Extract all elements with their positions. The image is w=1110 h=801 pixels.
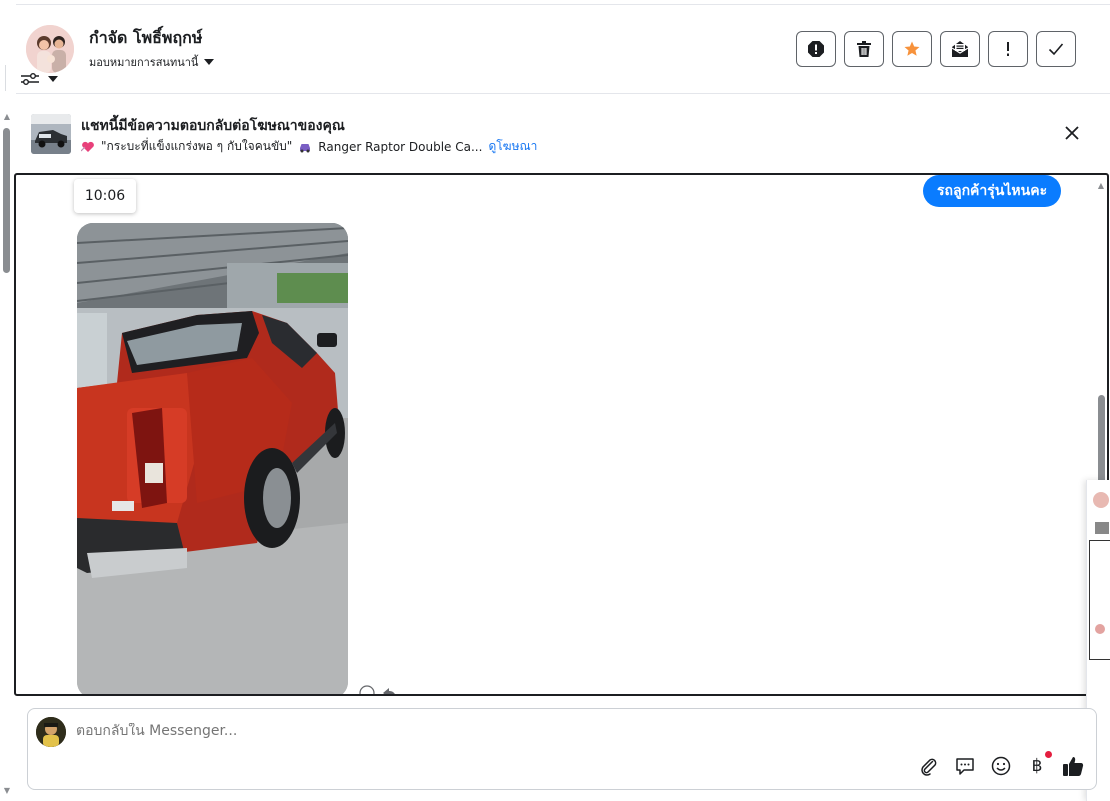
follow-up-button[interactable]: [892, 31, 932, 67]
notification-dot: [1045, 751, 1052, 758]
ad-caption: "กระบะที่แข็งแกร่งพอ ๆ กับใจคนขับ": [101, 139, 293, 153]
done-button[interactable]: [1036, 31, 1076, 67]
alert-octagon-icon: [808, 41, 824, 57]
saved-replies-button[interactable]: [954, 755, 976, 777]
baht-payment-icon: ฿: [1031, 756, 1043, 776]
conversation-list-scrollbar[interactable]: [3, 128, 10, 273]
car-icon: [300, 143, 311, 152]
mark-unread-button[interactable]: [940, 31, 980, 67]
contact-name[interactable]: กำจัด โพธิ์พฤกษ์: [89, 26, 202, 51]
message-thread[interactable]: 10:06 รถลูกค้ารุ่นไหนคะ ▲: [14, 173, 1109, 696]
close-banner-button[interactable]: [1062, 123, 1082, 143]
incoming-photo-message[interactable]: [77, 223, 348, 694]
ad-vehicle-name: Ranger Raptor Double Ca...: [318, 139, 483, 154]
composer-toolbar: ฿: [918, 751, 1084, 777]
exclamation-icon: [1007, 42, 1009, 56]
emoji-icon: [991, 756, 1011, 776]
star-icon: [904, 41, 920, 56]
rail-divider: [0, 65, 6, 91]
peek-frame: [1089, 540, 1110, 660]
message-timestamp: 10:06: [74, 179, 136, 213]
peek-thumbnail: [1095, 522, 1109, 534]
reply-arrow-icon[interactable]: [381, 685, 397, 696]
scroll-up-arrow-icon[interactable]: ▲: [2, 112, 12, 122]
like-button[interactable]: [1062, 755, 1084, 777]
emoji-button[interactable]: [990, 755, 1012, 777]
peek-small-avatar: [1095, 624, 1105, 634]
ad-thumbnail[interactable]: [31, 114, 71, 154]
ad-details: "กระบะที่แข็งแกร่งพอ ๆ กับใจคนขับ" Range…: [81, 137, 537, 156]
priority-button[interactable]: [988, 31, 1028, 67]
heart-arrow-icon: [81, 141, 94, 152]
message-input[interactable]: [76, 723, 776, 739]
assign-conversation-dropdown[interactable]: มอบหมายการสนทนานี้: [89, 53, 215, 71]
reply-composer: ฿: [27, 708, 1097, 790]
scroll-down-arrow-icon[interactable]: ▼: [2, 786, 12, 796]
thread-scroll-up-icon[interactable]: ▲: [1096, 181, 1106, 191]
page-avatar: [36, 717, 66, 747]
ad-banner-title: แชทนี้มีข้อความตอบกลับต่อโฆษณาของคุณ: [81, 118, 345, 134]
paperclip-icon: [921, 758, 937, 776]
chevron-down-icon: [204, 59, 215, 65]
close-icon: [1065, 126, 1079, 140]
delete-button[interactable]: [844, 31, 884, 67]
envelope-open-icon: [951, 41, 969, 57]
peek-avatar: [1093, 492, 1109, 508]
attach-button[interactable]: [918, 755, 940, 777]
conversation-actions: [796, 31, 1076, 67]
checkmark-icon: [1048, 43, 1064, 56]
contact-avatar[interactable]: [26, 25, 74, 73]
assign-label: มอบหมายการสนทนานี้: [89, 56, 199, 69]
trash-icon: [857, 41, 871, 57]
message-hover-actions: [359, 685, 397, 696]
conversation-header: กำจัด โพธิ์พฤกษ์ มอบหมายการสนทนานี้: [16, 5, 1110, 94]
ad-reply-banner: แชทนี้มีข้อความตอบกลับต่อโฆษณาของคุณ "กร…: [16, 95, 1110, 167]
spam-button[interactable]: [796, 31, 836, 67]
outgoing-message-bubble[interactable]: รถลูกค้ารุ่นไหนคะ: [923, 175, 1062, 207]
thumbs-up-icon: [1063, 757, 1084, 776]
emoji-react-icon[interactable]: [359, 685, 375, 696]
payment-button[interactable]: ฿: [1026, 751, 1052, 777]
view-ad-link[interactable]: ดูโฆษณา: [488, 137, 537, 156]
saved-replies-icon: [956, 758, 974, 775]
